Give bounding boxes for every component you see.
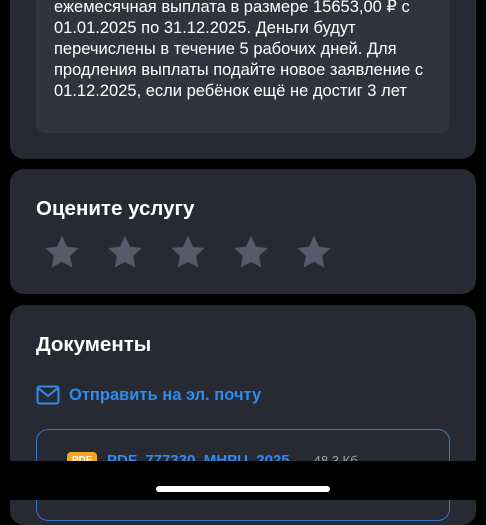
star-icon-2[interactable] xyxy=(106,233,144,271)
star-icon-5[interactable] xyxy=(295,233,333,271)
mail-icon xyxy=(36,385,60,405)
payment-info-text: ежемесячная выплата в размере 15653,00 ₽… xyxy=(54,0,424,100)
bottom-bar xyxy=(0,461,486,500)
star-icon-1[interactable] xyxy=(43,233,81,271)
rating-card: Оцените услугу xyxy=(10,169,476,294)
rating-stars xyxy=(43,233,333,271)
rating-title: Оцените услугу xyxy=(36,197,195,220)
send-email-label: Отправить на эл. почту xyxy=(69,385,262,404)
home-indicator[interactable] xyxy=(156,486,330,492)
documents-title: Документы xyxy=(36,333,152,356)
payment-info-box: ежемесячная выплата в размере 15653,00 ₽… xyxy=(36,0,450,133)
payment-info-card: ежемесячная выплата в размере 15653,00 ₽… xyxy=(10,0,476,159)
star-icon-3[interactable] xyxy=(169,233,207,271)
star-icon-4[interactable] xyxy=(232,233,270,271)
send-email-link[interactable]: Отправить на эл. почту xyxy=(36,385,261,405)
